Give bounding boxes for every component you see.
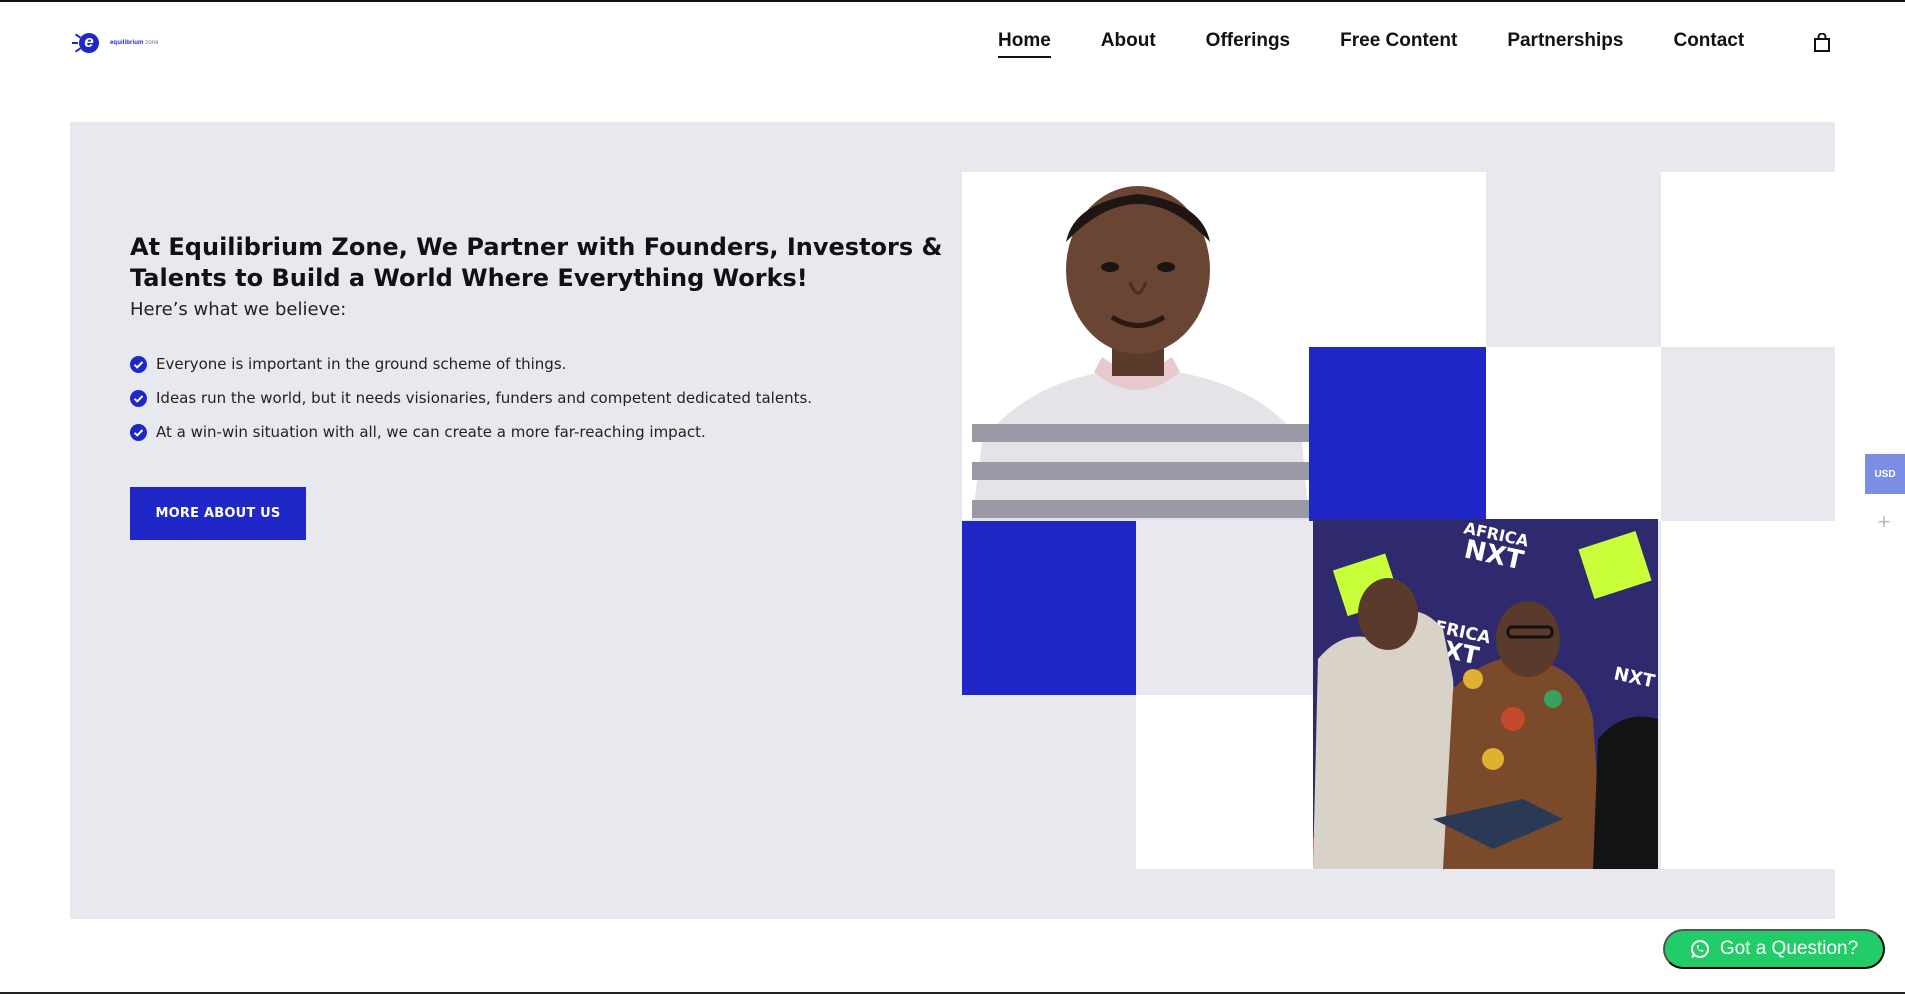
main-nav: Home About Offerings Free Content Partne…: [998, 29, 1744, 58]
plus-icon[interactable]: +: [1876, 511, 1892, 533]
portrait-photo: [962, 172, 1309, 520]
whatsapp-icon: [1690, 940, 1709, 958]
check-circle-icon: [130, 355, 147, 373]
check-circle-icon: [130, 389, 147, 407]
collage-tile: [1136, 695, 1313, 869]
collage-tile-blue: [1309, 347, 1486, 521]
collage-tile: [1661, 172, 1835, 347]
nav-offerings[interactable]: Offerings: [1206, 29, 1290, 53]
currency-switcher[interactable]: USD: [1865, 454, 1905, 494]
collage-tile: [1486, 172, 1661, 347]
list-item: At a win-win situation with all, we can …: [130, 415, 950, 449]
got-a-question-button[interactable]: Got a Question?: [1663, 929, 1885, 969]
collage-tile: [1486, 347, 1661, 521]
list-item: Everyone is important in the ground sche…: [130, 347, 950, 381]
collage-tile: [1661, 347, 1835, 521]
logo-text: equilibrium zone: [110, 40, 159, 46]
nav-contact[interactable]: Contact: [1673, 29, 1744, 53]
more-about-us-button[interactable]: MORE ABOUT US: [130, 487, 306, 540]
belief-text: Ideas run the world, but it needs vision…: [156, 389, 813, 407]
hero-copy: At Equilibrium Zone, We Partner with Fou…: [130, 232, 950, 449]
hero-headline: At Equilibrium Zone, We Partner with Fou…: [130, 233, 943, 292]
nav-about[interactable]: About: [1101, 29, 1156, 53]
collage-tile: [1661, 521, 1835, 869]
nav-free-content[interactable]: Free Content: [1340, 29, 1457, 53]
collage-tile-blue: [962, 521, 1136, 695]
chat-label: Got a Question?: [1719, 938, 1859, 959]
belief-text: At a win-win situation with all, we can …: [156, 423, 706, 441]
collage-tile: [1136, 521, 1313, 695]
list-item: Ideas run the world, but it needs vision…: [130, 381, 950, 415]
shopping-bag-icon[interactable]: [1814, 33, 1830, 52]
site-logo[interactable]: e equilibrium zone: [72, 30, 159, 56]
check-circle-icon: [130, 423, 147, 441]
top-border: [0, 0, 1905, 2]
hero-subheadline: Here’s what we believe:: [130, 299, 347, 320]
belief-text: Everyone is important in the ground sche…: [156, 355, 567, 373]
collage-tile: [1308, 172, 1486, 347]
nav-partnerships[interactable]: Partnerships: [1507, 29, 1623, 53]
event-photo: AFRICA NXT AFRICA NXT NXT: [1313, 519, 1658, 869]
nav-home[interactable]: Home: [998, 29, 1051, 58]
beliefs-list: Everyone is important in the ground sche…: [130, 347, 950, 449]
logo-mark-icon: e: [72, 30, 106, 56]
